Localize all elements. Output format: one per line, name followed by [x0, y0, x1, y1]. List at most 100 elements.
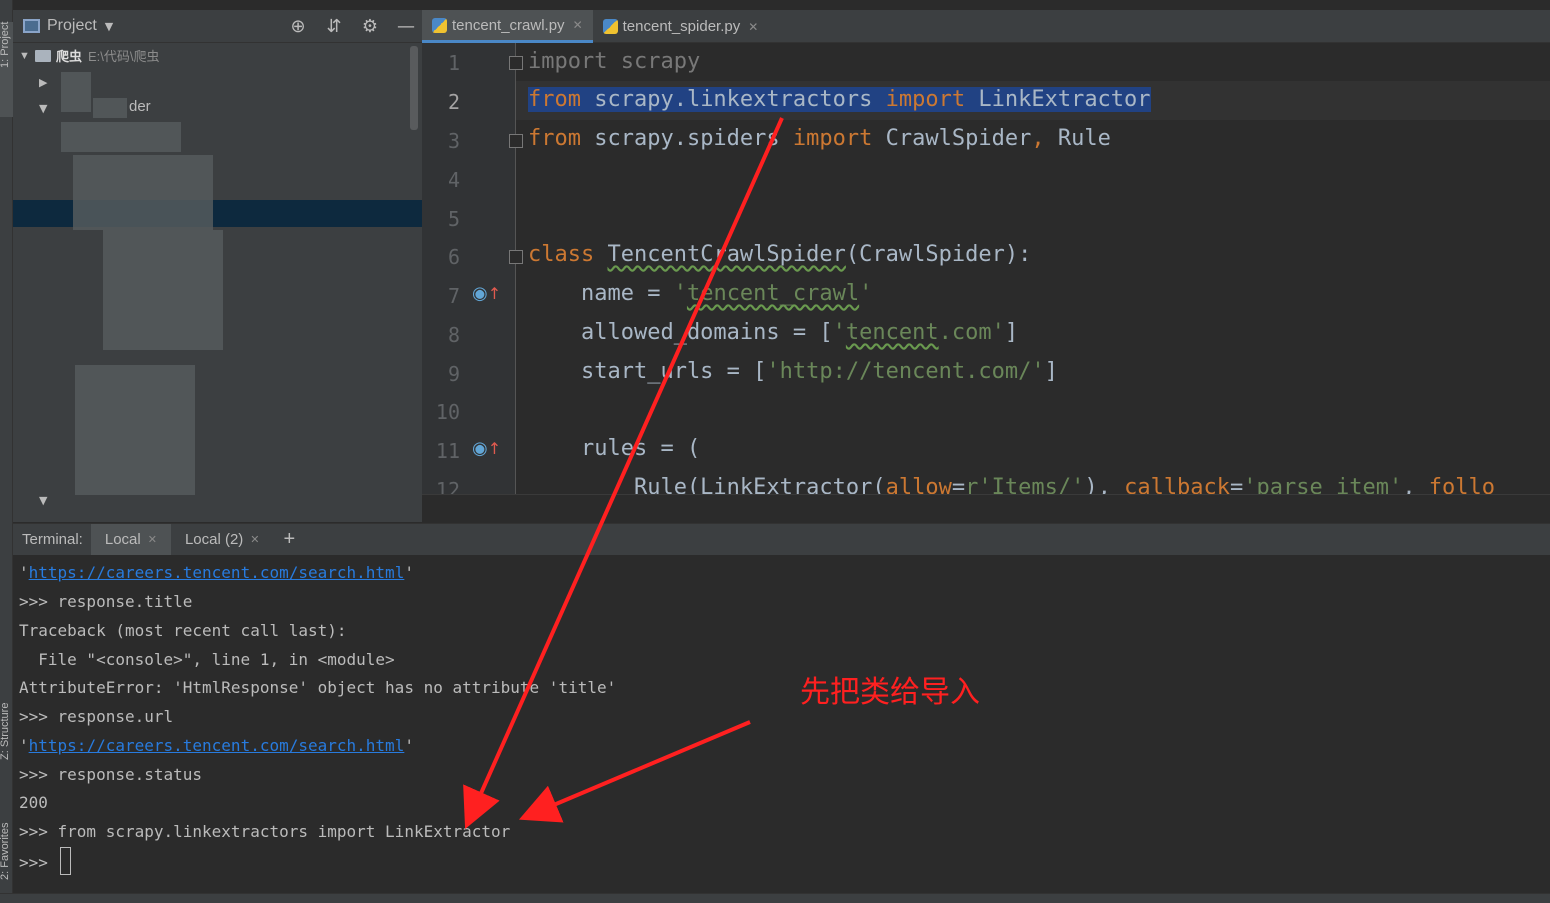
gear-icon[interactable]: ⚙ [359, 16, 381, 37]
terminal-line: >>> response.title [19, 592, 193, 611]
line-number: 2 [447, 90, 460, 114]
imported-name: CrawlSpider [872, 126, 1032, 151]
module-name: scrapy.spiders [580, 126, 793, 151]
project-panel-header: Project ▼ ⊕ ⇵ ⚙ — [13, 10, 422, 43]
url-link[interactable]: https://careers.tencent.com/search.html [29, 563, 405, 582]
code-text: allowed_domains = [ [528, 320, 833, 345]
line-number: 6 [447, 245, 460, 269]
blurred-tree-content [73, 155, 213, 230]
line-number: 5 [447, 207, 460, 231]
code-line-11: rules = ( [528, 436, 700, 461]
structure-tool-button[interactable]: Z: Structure [0, 660, 13, 760]
tab-label: tencent_crawl.py [452, 16, 565, 34]
terminal-line: File "<console>", line 1, in <module> [19, 650, 395, 669]
code-line-7: name = 'tencent_crawl' [528, 281, 872, 306]
line-number: 9 [447, 362, 460, 386]
python-file-icon [602, 19, 618, 34]
terminal-prompt-line[interactable]: >>> [19, 847, 71, 875]
keyword: from [528, 126, 581, 151]
line-number: 12 [435, 478, 460, 494]
locate-icon[interactable]: ⊕ [287, 16, 309, 37]
hide-panel-icon[interactable]: — [395, 16, 417, 37]
line-number: 8 [447, 323, 460, 347]
expand-triangle-icon[interactable]: ▼ [39, 494, 47, 507]
left-tool-strip: 1: Project Z: Structure 2: Favorites [0, 0, 13, 903]
string-literal: 'parse_item' [1243, 475, 1403, 494]
keyword-argument: allow [885, 475, 952, 494]
terminal-output[interactable]: 'https://careers.tencent.com/search.html… [13, 555, 1550, 893]
imported-name: LinkExtractor [965, 87, 1151, 112]
module-name: scrapy.linkextractors [580, 87, 886, 112]
blurred-tree-content [75, 365, 195, 495]
tree-root-item[interactable]: ▼ 爬虫 E:\代码\爬虫 [19, 46, 160, 65]
string-quote: ' [859, 281, 873, 306]
fold-marker-icon[interactable] [509, 56, 523, 70]
project-toolbar: ⊕ ⇵ ⚙ — [287, 16, 417, 37]
tab-tencent-spider[interactable]: tencent_spider.py ✕ [593, 10, 769, 43]
project-panel: Project ▼ ⊕ ⇵ ⚙ — ▼ 爬虫 E:\代码\爬虫 ▶ ▼ der … [13, 10, 422, 522]
tab-local[interactable]: Local ✕ [90, 523, 171, 556]
imported-name: Rule [1044, 126, 1111, 151]
terminal-line: 200 [19, 793, 48, 812]
editor-tab-bar: tencent_crawl.py ✕ tencent_spider.py ✕ [422, 10, 1550, 43]
gutter-divider [515, 43, 516, 494]
keyword: import [792, 126, 873, 151]
chevron-down-icon[interactable]: ▼ [105, 20, 113, 33]
text-cursor [59, 847, 71, 875]
class-name: TencentCrawlSpider [607, 242, 846, 267]
project-window-icon [23, 19, 40, 33]
terminal-line: 'https://careers.tencent.com/search.html… [19, 563, 414, 582]
string-literal: .com' [938, 320, 1005, 345]
fold-marker-icon[interactable] [509, 250, 523, 264]
expand-triangle-icon[interactable]: ▼ [19, 50, 35, 62]
close-icon[interactable]: ✕ [250, 533, 259, 546]
code-line-9: start_urls = ['http://tencent.com/'] [528, 359, 1058, 384]
code-line-12: Rule(LinkExtractor(allow=r'Items/'), cal… [528, 475, 1495, 494]
string-quote: ' [673, 281, 687, 306]
code-editor[interactable]: 1 2 3 4 5 6 7 8 9 10 11 12 ◉↑ ◉↑ import … [422, 43, 1550, 494]
line-number: 7 [447, 284, 460, 308]
line-number: 3 [447, 129, 460, 153]
tab-tencent-crawl[interactable]: tencent_crawl.py ✕ [422, 10, 593, 43]
tab-label: Local [104, 531, 141, 548]
code-text: Rule(LinkExtractor( [528, 475, 886, 494]
code-line-2: from scrapy.linkextractors import LinkEx… [528, 87, 1151, 112]
tab-label: tencent_spider.py [622, 18, 741, 35]
fold-marker-icon[interactable] [509, 134, 523, 148]
expand-triangle-icon[interactable]: ▼ [39, 102, 47, 115]
favorites-tool-button[interactable]: 2: Favorites [0, 785, 13, 880]
override-method-icon[interactable]: ◉↑ [472, 283, 501, 304]
code-line-1: import scrapy [528, 49, 700, 74]
collapsed-triangle-icon[interactable]: ▶ [39, 76, 47, 89]
new-terminal-button[interactable]: + [274, 528, 306, 551]
tree-item-label[interactable]: der [129, 98, 151, 115]
collapse-all-icon[interactable]: ⇵ [323, 16, 345, 37]
line-number: 10 [435, 400, 460, 424]
code-text: = [951, 475, 966, 494]
project-scrollbar[interactable] [410, 46, 418, 130]
comma: , [1031, 126, 1045, 151]
terminal-line: 'https://careers.tencent.com/search.html… [19, 736, 414, 755]
terminal-line: >>> response.status [19, 765, 203, 784]
folder-icon [35, 49, 51, 62]
tab-local-2[interactable]: Local (2) ✕ [171, 524, 274, 556]
close-icon[interactable]: ✕ [573, 18, 583, 32]
python-file-icon [432, 17, 447, 33]
code-text: = [1230, 475, 1244, 494]
url-link[interactable]: https://careers.tencent.com/search.html [29, 736, 405, 755]
terminal-line: Traceback (most recent call last): [19, 621, 347, 640]
terminal-label: Terminal: [22, 531, 83, 548]
code-text: rules = ( [528, 436, 701, 461]
project-view-selector[interactable]: Project [47, 17, 97, 35]
close-icon[interactable]: ✕ [148, 533, 157, 546]
keyword: from [528, 87, 581, 112]
line-number: 1 [447, 51, 460, 75]
tab-label: Local (2) [184, 531, 244, 548]
keyword-argument: callback [1124, 475, 1231, 494]
close-icon[interactable]: ✕ [748, 20, 758, 34]
override-method-icon[interactable]: ◉↑ [472, 438, 501, 459]
project-tool-button[interactable]: 1: Project [0, 22, 13, 117]
quote: ' [19, 736, 29, 755]
editor-horizontal-scrollbar[interactable] [422, 494, 1550, 522]
